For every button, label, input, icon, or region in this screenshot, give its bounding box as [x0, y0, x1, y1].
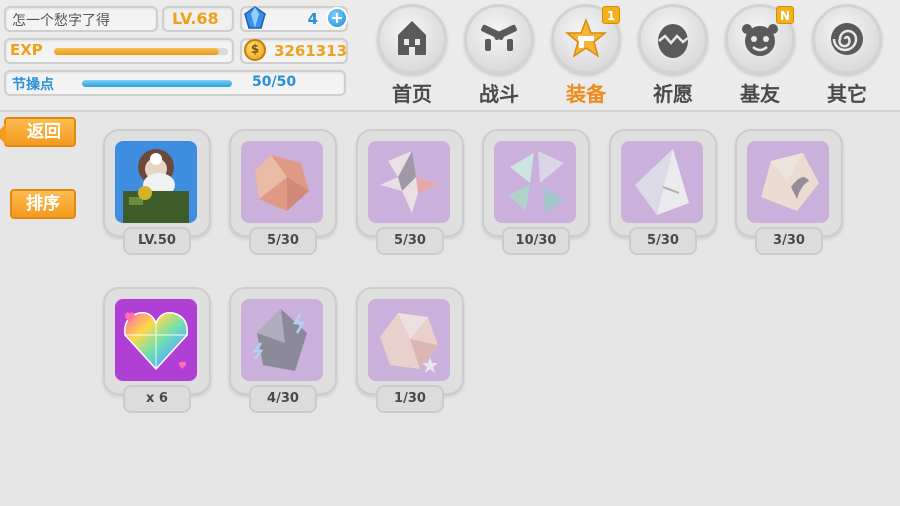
back-button[interactable]: 返回 [0, 117, 76, 147]
star-gun-icon [564, 17, 608, 58]
nav-wish[interactable]: 祈愿 [633, 4, 713, 108]
stamina-bar: 节操点 50/50 [4, 70, 346, 96]
green-crystal-icon [494, 141, 576, 223]
item-thumb [747, 141, 829, 223]
item-thumb [115, 299, 197, 381]
nav-badge: 1 [602, 6, 620, 24]
stamina-track [82, 80, 232, 87]
nav-label: 战斗 [479, 82, 519, 106]
egg-icon [658, 24, 689, 58]
rainbow-heart-crystal-icon [115, 299, 197, 381]
character-portrait-icon [115, 141, 197, 223]
item-thumb [241, 299, 323, 381]
nav-label: 基友 [740, 82, 780, 106]
item-count: 5/30 [376, 227, 444, 255]
nav-label: 祈愿 [653, 82, 693, 106]
white-crystal-icon [621, 141, 703, 223]
nav-label: 装备 [566, 82, 606, 106]
exp-track [54, 48, 228, 55]
nav-friends[interactable]: N 基友 [720, 4, 800, 108]
dark-crystal-icon [241, 299, 323, 381]
shard-crystal-icon [368, 141, 450, 223]
item-count: 4/30 [249, 385, 317, 413]
item-slot-green-crystal[interactable]: 10/30 [482, 129, 590, 265]
exp-fill [54, 48, 220, 55]
nav-badge: N [776, 6, 794, 24]
house-icon [398, 21, 426, 55]
top-bar: 怎一个愁字了得 LV.68 EXP 节操点 50/50 4 + $ 326131… [0, 0, 900, 112]
item-thumb [368, 141, 450, 223]
exp-label: EXP [10, 41, 43, 59]
gold-coin-icon: $ [244, 39, 266, 61]
red-crystal-icon [241, 141, 323, 223]
item-thumb [368, 299, 450, 381]
coin-counter: $ 3261313 [240, 38, 348, 64]
item-thumb [241, 141, 323, 223]
character-portrait [115, 141, 197, 223]
gem-counter: 4 + [240, 6, 348, 32]
item-count: 5/30 [629, 227, 697, 255]
stamina-fill [82, 80, 232, 87]
nav-home[interactable]: 首页 [372, 4, 452, 108]
friend-face-icon [742, 24, 778, 56]
nav-label: 其它 [827, 82, 867, 106]
item-thumb [494, 141, 576, 223]
stamina-value: 50/50 [252, 74, 297, 90]
nav-disc [638, 4, 708, 74]
nav-disc [377, 4, 447, 74]
item-slot-dark-crystal[interactable]: 4/30 [229, 287, 337, 423]
coin-count: 3261313 [274, 42, 348, 60]
item-count: LV.50 [123, 227, 191, 255]
item-count: 3/30 [755, 227, 823, 255]
item-slot-white-crystal[interactable]: 5/30 [609, 129, 717, 265]
player-name: 怎一个愁字了得 [12, 13, 110, 29]
nav-disc [464, 4, 534, 74]
spiral-icon [831, 23, 863, 55]
level-badge: LV.68 [162, 6, 234, 32]
item-thumb [621, 141, 703, 223]
player-level: LV.68 [172, 9, 219, 28]
item-slot-rainbow-heart[interactable]: x 6 [103, 287, 211, 423]
add-gems-button[interactable]: + [326, 7, 348, 29]
nav-equipment[interactable]: 1 装备 [546, 4, 626, 108]
nav-other[interactable]: 其它 [807, 4, 887, 108]
player-name-field: 怎一个愁字了得 [4, 6, 158, 32]
blue-gem-icon [244, 6, 266, 29]
item-slot-shard-crystal[interactable]: 5/30 [356, 129, 464, 265]
peach-crystal-icon [747, 141, 829, 223]
crossed-guns-icon [481, 24, 517, 51]
gem-count: 4 [307, 10, 318, 28]
item-count: 5/30 [249, 227, 317, 255]
nav-disc [812, 4, 882, 74]
sort-button[interactable]: 排序 [10, 189, 76, 219]
item-count: 10/30 [502, 227, 570, 255]
item-slot-rose-crystal[interactable]: 1/30 [356, 287, 464, 423]
item-count: x 6 [123, 385, 191, 413]
item-slot-red-crystal[interactable]: 5/30 [229, 129, 337, 265]
stamina-label: 节操点 [12, 77, 54, 93]
item-count: 1/30 [376, 385, 444, 413]
exp-bar: EXP [4, 38, 234, 64]
nav-battle[interactable]: 战斗 [459, 4, 539, 108]
nav-label: 首页 [392, 82, 432, 106]
rose-crystal-icon [368, 299, 450, 381]
item-slot-character[interactable]: LV.50 [103, 129, 211, 265]
item-slot-peach-crystal[interactable]: 3/30 [735, 129, 843, 265]
